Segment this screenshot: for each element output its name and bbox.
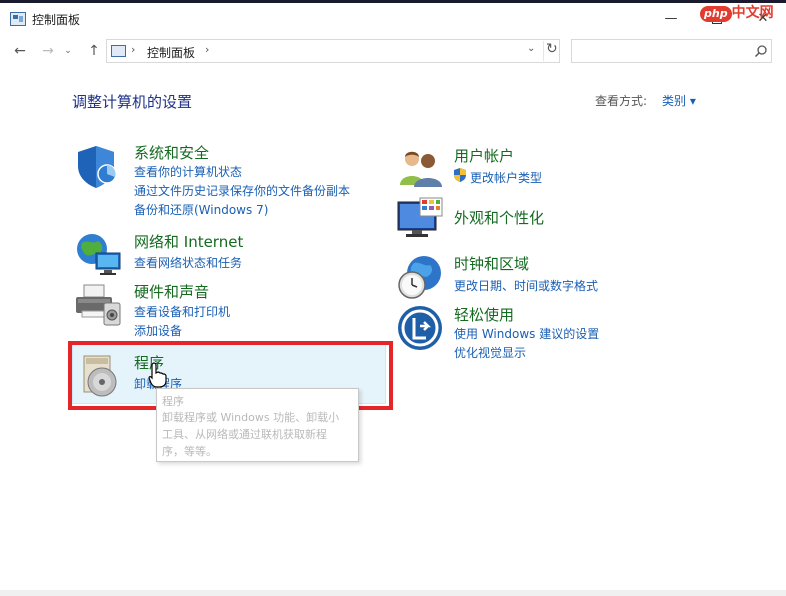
refresh-button[interactable]: ↻ (543, 41, 559, 61)
globe-network-icon (77, 234, 121, 275)
category-link[interactable]: 使用 Windows 建议的设置 (454, 325, 599, 342)
shield-icon (78, 146, 117, 188)
monitor-palette-icon (397, 197, 443, 237)
tooltip-title: 程序 (162, 395, 184, 408)
control-panel-icon (111, 45, 126, 57)
title-bar: 控制面板 — ✕ (0, 3, 786, 35)
category-link[interactable]: 查看你的计算机状态 (134, 163, 242, 180)
address-dropdown-button[interactable]: ⌄ (527, 43, 535, 54)
category-link[interactable]: 查看设备和打印机 (134, 303, 230, 320)
breadcrumb-chevron-icon[interactable]: › (131, 43, 135, 56)
ease-of-access-icon (398, 306, 442, 350)
view-by-dropdown[interactable]: 类别 ▾ (662, 92, 696, 109)
category-link[interactable]: 通过文件历史记录保存你的文件备份副本 (134, 182, 350, 199)
breadcrumb-chevron-icon[interactable]: › (205, 43, 209, 56)
category-link[interactable]: 更改日期、时间或数字格式 (454, 277, 598, 294)
back-button[interactable]: ← (10, 41, 30, 61)
tooltip-line: 序，等等。 (162, 445, 217, 458)
category-title[interactable]: 轻松使用 (454, 304, 514, 325)
minimize-button[interactable]: — (648, 8, 694, 32)
category-title[interactable]: 网络和 Internet (134, 231, 243, 252)
category-link[interactable]: 添加设备 (134, 322, 182, 339)
watermark-logo: php 中文网 (700, 2, 774, 22)
category-title[interactable]: 外观和个性化 (454, 207, 544, 228)
window-title: 控制面板 (32, 13, 81, 27)
up-button[interactable]: ↑ (84, 41, 104, 61)
address-bar[interactable]: › 控制面板 › ⌄ ↻ (106, 39, 560, 63)
page-title: 调整计算机的设置 (72, 93, 193, 111)
window-bottom-edge (0, 590, 786, 596)
category-link[interactable]: 更改帐户类型 (470, 169, 542, 186)
watermark-badge: php (700, 6, 732, 22)
tooltip-line: 工具、从网络或通过联机获取新程 (162, 428, 327, 441)
hand-cursor-icon (148, 362, 167, 388)
clock-globe-icon (398, 256, 441, 299)
tooltip-line: 卸载程序或 Windows 功能、卸载小 (162, 411, 340, 424)
view-by-label: 查看方式: (595, 94, 648, 108)
breadcrumb-control-panel[interactable]: 控制面板 (147, 44, 195, 61)
programs-tooltip: 程序 卸载程序或 Windows 功能、卸载小 工具、从网络或通过联机获取新程 … (156, 388, 359, 462)
category-link[interactable]: 优化视觉显示 (454, 344, 526, 361)
watermark-text: 中文网 (731, 5, 774, 21)
search-input[interactable] (571, 39, 772, 63)
uac-shield-icon (454, 168, 466, 182)
category-link[interactable]: 查看网络状态和任务 (134, 254, 242, 271)
category-title[interactable]: 用户帐户 (454, 145, 514, 166)
search-icon[interactable] (754, 44, 768, 58)
forward-button[interactable]: → (38, 41, 58, 61)
category-link[interactable]: 备份和还原(Windows 7) (134, 201, 268, 218)
category-title[interactable]: 硬件和声音 (134, 281, 209, 302)
category-title[interactable]: 系统和安全 (134, 142, 209, 163)
recent-locations-button[interactable]: ⌄ (62, 41, 74, 61)
category-title[interactable]: 时钟和区域 (454, 253, 529, 274)
printer-icon (76, 284, 121, 326)
users-icon (400, 151, 442, 187)
control-panel-icon (10, 12, 26, 26)
navigation-bar: ← → ⌄ ↑ › 控制面板 › ⌄ ↻ (0, 38, 786, 64)
